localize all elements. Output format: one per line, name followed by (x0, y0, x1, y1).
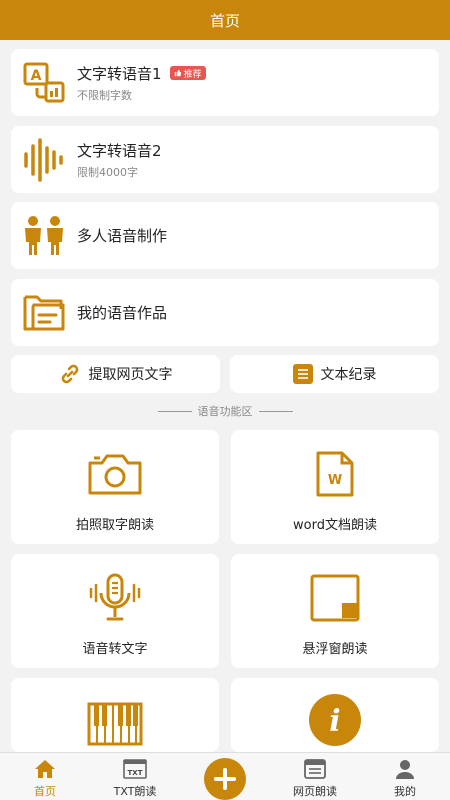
badge-label: 推荐 (183, 69, 202, 80)
feature-title: 我的语音作品 (77, 304, 168, 322)
recommend-badge: 推荐 (169, 66, 206, 80)
tab-home[interactable]: 首页 (0, 753, 90, 800)
tab-label: 网页朗读 (293, 785, 337, 798)
tab-label: 我的 (394, 785, 416, 798)
text-to-speech-icon: A (21, 60, 67, 106)
link-icon (59, 363, 81, 385)
word-doc-icon: W (315, 450, 355, 498)
photo-read-tile[interactable]: 拍照取字朗读 (11, 430, 219, 544)
section-title: 语音功能区 (0, 402, 450, 420)
tile-label: 语音转文字 (82, 642, 148, 657)
list-icon (292, 364, 313, 384)
my-works-card[interactable]: 我的语音作品 (11, 279, 439, 346)
text-to-speech-1-card[interactable]: A 文字转语音1 推荐 不限制字数 (11, 49, 439, 116)
tile-label: 悬浮窗朗读 (302, 642, 368, 657)
extract-web-text-label: 提取网页文字 (88, 367, 173, 383)
tab-web-read[interactable]: 网页朗读 (270, 753, 360, 800)
text-to-speech-2-card[interactable]: 文字转语音2 限制4000字 (11, 126, 439, 193)
camera-icon (86, 450, 144, 498)
floating-window-icon (310, 574, 360, 622)
svg-text:W: W (328, 473, 342, 488)
microphone-icon (88, 573, 142, 622)
feature-subtitle: 不限制字数 (77, 88, 132, 102)
page-title: 首页 (209, 11, 240, 30)
plus-icon (214, 768, 236, 790)
tab-me[interactable]: 我的 (360, 753, 450, 800)
divider (258, 410, 293, 412)
section-title-text: 语音功能区 (197, 405, 253, 418)
piano-tile[interactable] (11, 678, 219, 752)
svg-text:i: i (329, 704, 340, 739)
thumbs-up-icon (174, 69, 181, 77)
tab-txt-read[interactable]: TXT TXT朗读 (90, 753, 180, 800)
sound-wave-icon (21, 137, 67, 183)
browser-icon (304, 759, 326, 779)
text-records-label: 文本纪录 (320, 367, 377, 383)
word-read-tile[interactable]: W word文档朗读 (231, 430, 439, 544)
people-icon (21, 213, 67, 259)
svg-text:A: A (31, 68, 42, 84)
tab-label: TXT朗读 (113, 785, 157, 798)
piano-icon (87, 700, 143, 748)
tab-label: 首页 (34, 785, 56, 798)
user-icon (395, 759, 415, 779)
tile-label: word文档朗读 (293, 518, 377, 533)
feature-title: 文字转语音2 (77, 141, 162, 160)
multi-voice-card[interactable]: 多人语音制作 (11, 202, 439, 269)
extract-web-text-button[interactable]: 提取网页文字 (11, 355, 220, 393)
info-icon: i (308, 694, 362, 746)
home-icon (34, 759, 56, 779)
speech-to-text-tile[interactable]: 语音转文字 (11, 554, 219, 668)
divider (157, 410, 192, 412)
add-button[interactable] (204, 758, 246, 800)
feature-subtitle: 限制4000字 (77, 165, 138, 179)
feature-title: 文字转语音1 (77, 64, 162, 83)
txt-icon: TXT (123, 759, 147, 779)
folder-icon (21, 290, 67, 336)
feature-title: 多人语音制作 (77, 227, 168, 245)
svg-text:TXT: TXT (128, 769, 143, 777)
floating-window-tile[interactable]: 悬浮窗朗读 (231, 554, 439, 668)
top-bar: 首页 (0, 0, 450, 40)
info-tile[interactable]: i (231, 678, 439, 752)
text-records-button[interactable]: 文本纪录 (230, 355, 439, 393)
tile-label: 拍照取字朗读 (75, 518, 154, 533)
